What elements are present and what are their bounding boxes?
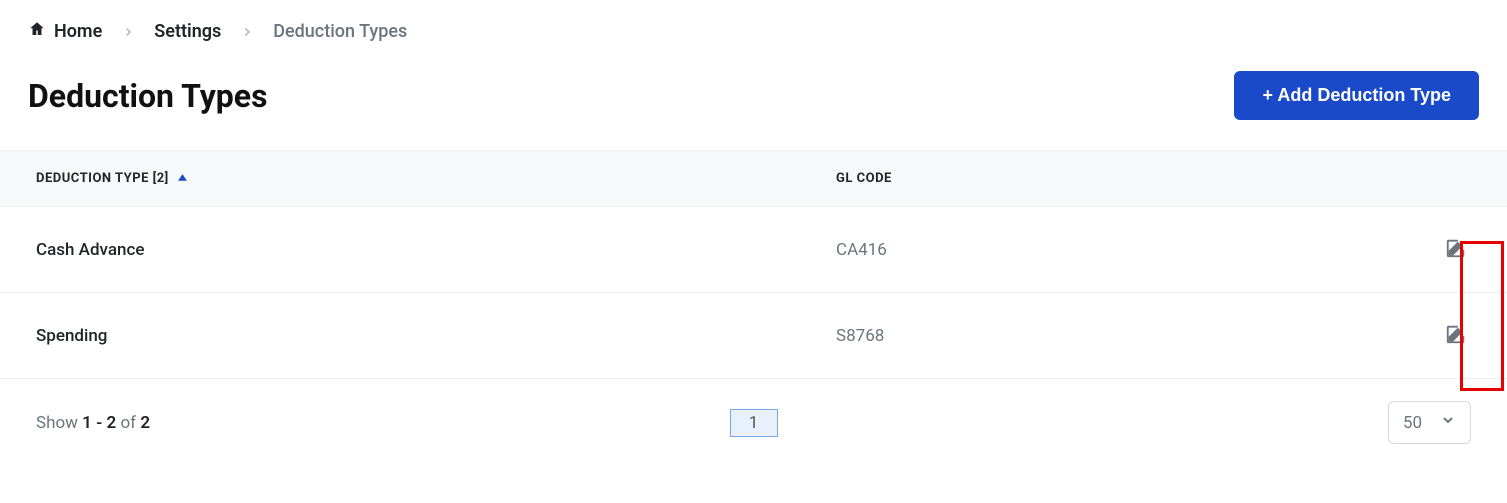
chevron-right-icon (122, 26, 134, 38)
breadcrumb-settings-label: Settings (154, 21, 221, 42)
breadcrumb-home-label: Home (54, 21, 102, 42)
pagination: Show 1 - 2 of 2 1 50 (0, 379, 1507, 452)
page-header: Deduction Types + Add Deduction Type (28, 71, 1479, 120)
home-icon (28, 20, 46, 43)
pagination-summary: Show 1 - 2 of 2 (36, 413, 150, 433)
column-header-code-label: GL CODE (836, 171, 892, 186)
pagination-range: 1 - 2 (82, 413, 116, 433)
breadcrumb-settings[interactable]: Settings (154, 21, 221, 42)
chevron-down-icon (1440, 412, 1456, 433)
sort-asc-icon (177, 173, 188, 184)
breadcrumb: Home Settings Deduction Types (28, 20, 1479, 43)
breadcrumb-current-label: Deduction Types (273, 21, 407, 42)
page-title: Deduction Types (28, 77, 268, 115)
cell-code: CA416 (836, 240, 1391, 260)
pagination-total: 2 (140, 413, 150, 433)
pagination-show-prefix: Show (36, 413, 82, 433)
column-header-code[interactable]: GL CODE (836, 171, 1391, 186)
chevron-right-icon (241, 26, 253, 38)
pagination-of: of (116, 413, 140, 433)
page-size-select[interactable]: 50 (1388, 401, 1471, 444)
cell-name: Spending (36, 326, 836, 346)
table-row: Cash Advance CA416 (0, 207, 1507, 293)
page-number-current[interactable]: 1 (730, 409, 778, 437)
pagination-pages: 1 (730, 409, 778, 437)
table-header-row: DEDUCTION TYPE [2] GL CODE (0, 150, 1507, 207)
cell-name: Cash Advance (36, 240, 836, 260)
add-button-label: + Add Deduction Type (1262, 85, 1451, 106)
breadcrumb-current: Deduction Types (273, 21, 407, 42)
deduction-types-table: DEDUCTION TYPE [2] GL CODE Cash Advance … (0, 150, 1507, 452)
table-row: Spending S8768 (0, 293, 1507, 379)
edit-row-button[interactable] (1441, 233, 1471, 266)
breadcrumb-home[interactable]: Home (28, 20, 102, 43)
edit-icon (1445, 323, 1467, 348)
column-header-name-label: DEDUCTION TYPE [2] (36, 171, 169, 186)
edit-icon (1445, 237, 1467, 262)
column-header-name[interactable]: DEDUCTION TYPE [2] (36, 171, 836, 186)
page-size-value: 50 (1403, 413, 1422, 433)
cell-code: S8768 (836, 326, 1391, 346)
edit-row-button[interactable] (1441, 319, 1471, 352)
add-deduction-type-button[interactable]: + Add Deduction Type (1234, 71, 1479, 120)
